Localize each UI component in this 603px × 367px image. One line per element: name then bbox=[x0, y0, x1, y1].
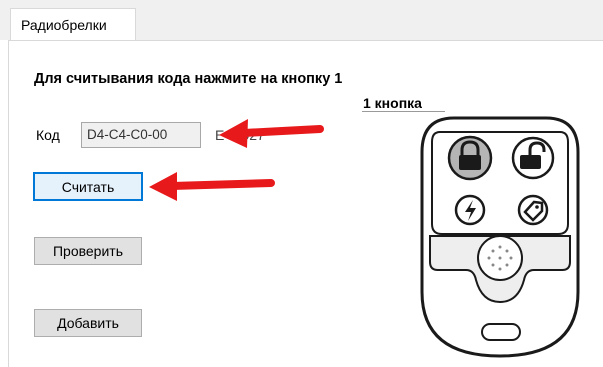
lock-icon bbox=[447, 135, 493, 181]
tab-radiobrelki[interactable]: Радиобрелки bbox=[10, 8, 136, 41]
keyring-slot bbox=[481, 323, 521, 341]
speaker-grille bbox=[477, 235, 523, 281]
tag-icon bbox=[517, 194, 549, 226]
tab-label: Радиобрелки bbox=[21, 17, 107, 33]
read-button[interactable]: Считать bbox=[33, 172, 143, 201]
remote-button-label: 1 кнопка bbox=[363, 95, 422, 111]
instruction-heading: Для считывания кода нажмите на кнопку 1 bbox=[34, 71, 343, 87]
code-extra-text: E-0-027 bbox=[215, 127, 265, 143]
remote-fob-illustration bbox=[420, 116, 580, 358]
check-button[interactable]: Проверить bbox=[34, 237, 142, 265]
add-button[interactable]: Добавить bbox=[34, 309, 142, 337]
code-label: Код bbox=[36, 127, 60, 143]
unlock-icon bbox=[511, 136, 555, 180]
code-field[interactable]: D4-C4-C0-00 bbox=[81, 122, 201, 148]
lightning-icon bbox=[454, 194, 486, 226]
